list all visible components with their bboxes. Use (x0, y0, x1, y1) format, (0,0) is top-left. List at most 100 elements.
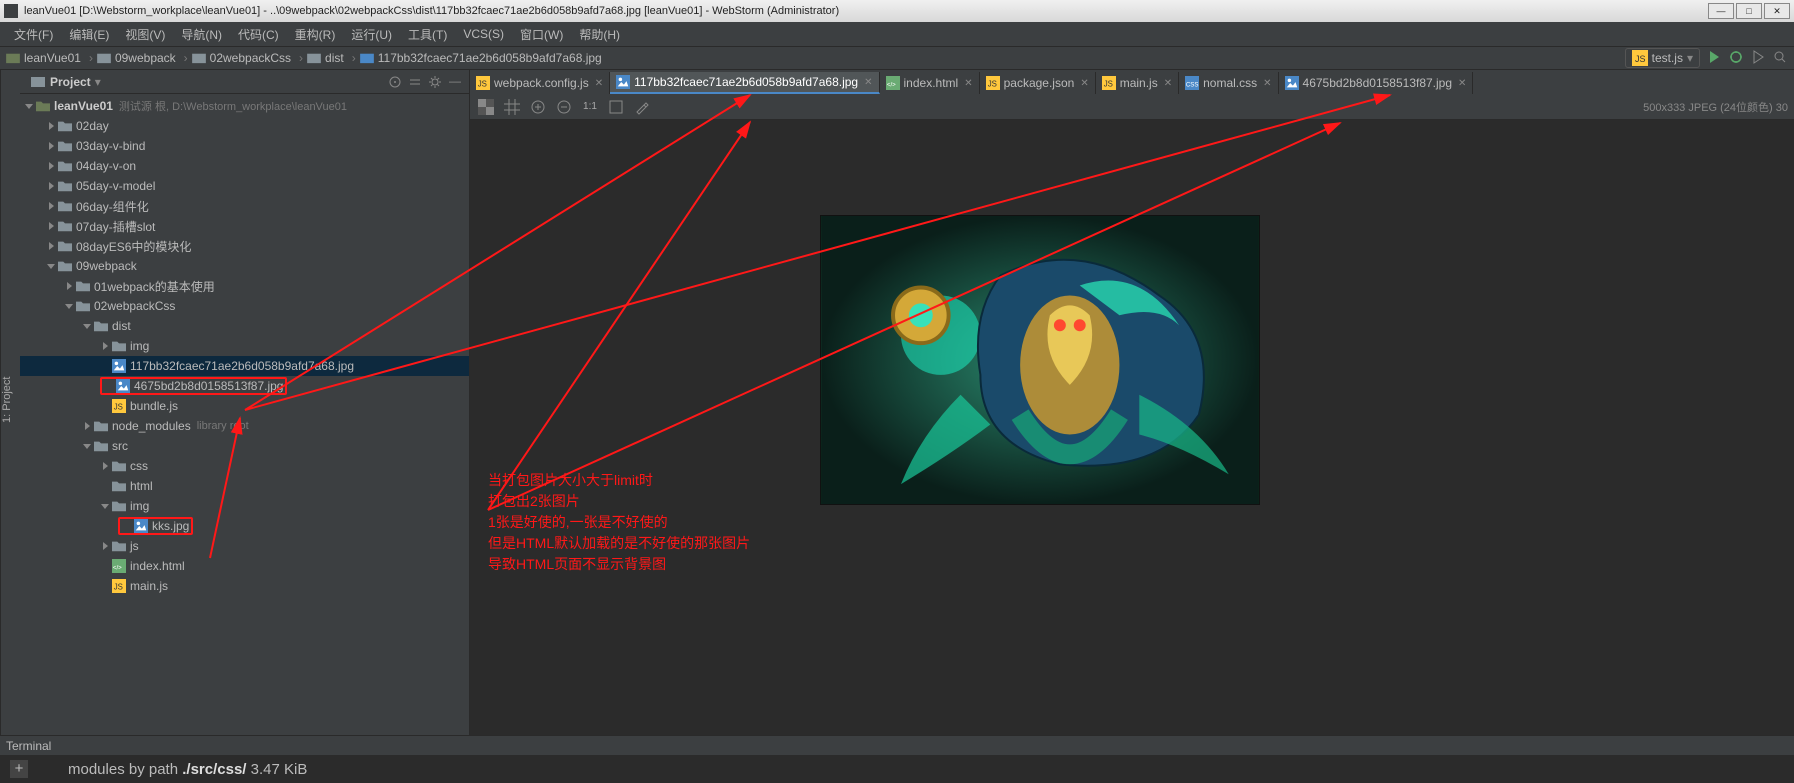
svg-text:JS: JS (1635, 54, 1646, 64)
terminal-label: Terminal (6, 739, 51, 753)
breadcrumb-item[interactable]: ›02webpackCss (180, 51, 291, 65)
folder-icon (192, 52, 206, 64)
editor-tab[interactable]: 4675bd2b8d0158513f87.jpg✕ (1279, 72, 1474, 94)
img-icon (1285, 76, 1299, 90)
tree-item[interactable]: 02day (20, 116, 469, 136)
menu-item[interactable]: 帮助(H) (571, 26, 628, 43)
close-window-button[interactable]: ✕ (1764, 3, 1790, 19)
main-menu: 文件(F)编辑(E)视图(V)导航(N)代码(C)重构(R)运行(U)工具(T)… (0, 22, 1794, 46)
tree-item[interactable]: html (20, 476, 469, 496)
tree-item[interactable]: 04day-v-on (20, 156, 469, 176)
tree-item[interactable]: js (20, 536, 469, 556)
terminal-tab[interactable]: Terminal (0, 735, 1794, 755)
tree-item[interactable]: node_moduleslibrary root (20, 416, 469, 436)
menu-item[interactable]: 文件(F) (6, 26, 61, 43)
menu-item[interactable]: 窗口(W) (512, 26, 571, 43)
expand-all-icon[interactable] (407, 74, 423, 90)
tree-item[interactable]: img (20, 336, 469, 356)
color-picker-button[interactable] (632, 97, 652, 117)
maximize-button[interactable]: □ (1736, 3, 1762, 19)
locate-icon[interactable] (387, 74, 403, 90)
chevron-down-icon[interactable]: ▾ (95, 75, 101, 89)
gear-icon[interactable] (427, 74, 443, 90)
editor-tab[interactable]: 117bb32fcaec71ae2b6d058b9afd7a68.jpg✕ (610, 72, 879, 94)
search-everywhere-button[interactable] (1772, 49, 1788, 68)
tree-item[interactable]: JSmain.js (20, 576, 469, 596)
zoom-in-button[interactable] (528, 97, 548, 117)
tree-item[interactable]: dist (20, 316, 469, 336)
fit-to-window-button[interactable] (606, 97, 626, 117)
tree-item[interactable]: </>index.html (20, 556, 469, 576)
project-tree[interactable]: leanVue01测试源 根, D:\Webstorm_workplace\le… (20, 94, 469, 735)
tree-item[interactable]: 08dayES6中的模块化 (20, 236, 469, 256)
close-icon[interactable]: ✕ (964, 78, 972, 89)
breadcrumb-item[interactable]: ›09webpack (85, 51, 176, 65)
actual-size-button[interactable]: 1:1 (580, 97, 600, 117)
folder-icon (6, 52, 20, 64)
tree-root[interactable]: leanVue01测试源 根, D:\Webstorm_workplace\le… (20, 96, 469, 116)
zoom-out-button[interactable] (554, 97, 574, 117)
close-icon[interactable]: ✕ (1263, 78, 1271, 89)
tree-item[interactable]: src (20, 436, 469, 456)
breadcrumb: leanVue01 ›09webpack ›02webpackCss ›dist ›11… (6, 51, 606, 65)
close-icon[interactable]: ✕ (595, 78, 603, 89)
menu-item[interactable]: 工具(T) (400, 26, 455, 43)
image-preview (820, 215, 1260, 505)
tree-item[interactable]: JSbundle.js (20, 396, 469, 416)
tree-item[interactable]: 4675bd2b8d0158513f87.jpg (20, 376, 469, 396)
minimize-button[interactable]: — (1708, 3, 1734, 19)
menu-item[interactable]: 导航(N) (173, 26, 230, 43)
menu-item[interactable]: 代码(C) (230, 26, 287, 43)
run-with-coverage-button[interactable] (1750, 49, 1766, 68)
menu-item[interactable]: 编辑(E) (61, 26, 117, 43)
tree-item[interactable]: img (20, 496, 469, 516)
menu-item[interactable]: 视图(V) (117, 26, 173, 43)
tree-item[interactable]: css (20, 456, 469, 476)
menu-item[interactable]: 重构(R) (287, 26, 344, 43)
image-icon (360, 52, 374, 64)
menu-item[interactable]: 运行(U) (343, 26, 400, 43)
grid-button[interactable] (502, 97, 522, 117)
tree-item[interactable]: 03day-v-bind (20, 136, 469, 156)
tree-item[interactable]: 06day-组件化 (20, 196, 469, 216)
editor-tab[interactable]: JSmain.js✕ (1096, 72, 1179, 94)
js-icon: JS (986, 76, 1000, 90)
breadcrumb-item[interactable]: ›dist (295, 51, 344, 65)
editor-tab[interactable]: </>index.html✕ (880, 72, 980, 94)
svg-text:JS: JS (114, 583, 123, 592)
project-panel: Project ▾ — leanVue01测试源 根, D:\Webstorm_… (20, 70, 470, 735)
breadcrumb-item[interactable]: leanVue01 (6, 51, 81, 65)
menu-item[interactable]: VCS(S) (455, 27, 512, 41)
editor-tabs: JSwebpack.config.js✕117bb32fcaec71ae2b6d… (470, 70, 1794, 94)
folder-icon (307, 52, 321, 64)
editor-tab[interactable]: JSwebpack.config.js✕ (470, 72, 610, 94)
new-terminal-button[interactable]: + (10, 760, 28, 778)
hide-panel-button[interactable]: — (447, 74, 463, 90)
folder-icon (97, 52, 111, 64)
image-canvas[interactable]: 当打包图片大小大于limit时打包出2张图片1张是好使的,一张是不好使的但是HT… (470, 120, 1794, 735)
project-tool-tab[interactable]: 1: Project (0, 70, 20, 735)
tree-item[interactable]: 117bb32fcaec71ae2b6d058b9afd7a68.jpg (20, 356, 469, 376)
chevron-right-icon: › (184, 51, 188, 65)
tree-item[interactable]: 05day-v-model (20, 176, 469, 196)
tree-item[interactable]: kks.jpg (20, 516, 469, 536)
close-icon[interactable]: ✕ (864, 77, 872, 88)
editor-tab[interactable]: JSpackage.json✕ (980, 72, 1096, 94)
debug-button[interactable] (1728, 49, 1744, 68)
run-config-label: test.js (1652, 51, 1683, 65)
close-icon[interactable]: ✕ (1458, 78, 1466, 89)
tree-item[interactable]: 01webpack的基本使用 (20, 276, 469, 296)
checkerboard-bg-button[interactable] (476, 97, 496, 117)
close-icon[interactable]: ✕ (1080, 78, 1088, 89)
image-info: 500x333 JPEG (24位颜色) 30 (658, 99, 1788, 115)
run-button[interactable] (1706, 49, 1722, 68)
close-icon[interactable]: ✕ (1164, 78, 1172, 89)
editor-tab[interactable]: CSSnomal.css✕ (1179, 72, 1278, 94)
run-config-selector[interactable]: JS test.js ▾ (1625, 48, 1700, 68)
tree-item[interactable]: 02webpackCss (20, 296, 469, 316)
breadcrumb-item[interactable]: ›117bb32fcaec71ae2b6d058b9afd7a68.jpg (348, 51, 602, 65)
tree-item[interactable]: 09webpack (20, 256, 469, 276)
svg-text:JS: JS (987, 80, 996, 89)
tree-item[interactable]: 07day-插槽slot (20, 216, 469, 236)
terminal-output[interactable]: + modules by path ./src/css/ 3.47 KiB (0, 755, 1794, 783)
